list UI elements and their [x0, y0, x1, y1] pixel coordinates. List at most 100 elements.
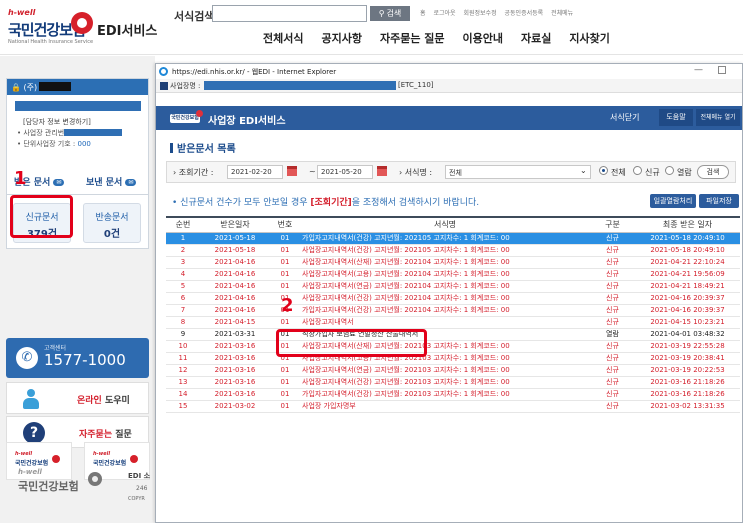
date-from-input[interactable] [227, 165, 283, 179]
cell-title[interactable]: 가입자고지내역서(건강) 고지년월: 202105 고지차수: 1 회계코드: … [300, 232, 590, 245]
cell-title[interactable]: 사업장고지내역서 [300, 316, 590, 329]
phone-icon: ✆ [16, 347, 38, 369]
returned-docs-card[interactable]: 반송문서 0건 [83, 203, 141, 243]
cell-title[interactable]: 사업장 가입자명부 [300, 400, 590, 413]
cell-title[interactable]: 사업장고지내역서(산재) 고지년월: 202104 고지차수: 1 회계코드: … [300, 256, 590, 269]
form-name-label-text: 서식명 : [404, 168, 433, 177]
cell-last: 2021-04-16 20:39:37 [635, 292, 740, 305]
table-row[interactable]: 4 2021-04-16 01 사업장고지내역서(고용) 고지년월: 202104 고… [166, 268, 740, 281]
cell-title[interactable]: 가입자고지내역서(건강) 고지년월: 202103 고지차수: 1 회계코드: … [300, 388, 590, 401]
banner-name: 국민건강보험 [93, 460, 127, 467]
app-title-bar: 국민건강보험 사업장 EDI서비스 서식닫기 도움말 전체메뉴 열기 [156, 106, 742, 130]
cell-no: 1 [166, 232, 200, 245]
form-search-label: 서식검색 [174, 10, 215, 23]
filter-search-button[interactable]: 검색 [697, 165, 729, 179]
util-link-home[interactable]: 홈 [420, 10, 426, 17]
table-row[interactable]: 15 2021-03-02 01 사업장 가입자명부 신규 2021-03-02 13:3… [166, 400, 740, 413]
table-row[interactable]: 6 2021-04-16 01 사업장고지내역서(건강) 고지년월: 202104 고… [166, 292, 740, 305]
building-icon [160, 82, 168, 90]
form-name-select[interactable]: 전체 [445, 165, 591, 179]
nav-guide[interactable]: 이용안내 [463, 30, 503, 46]
cell-title[interactable]: 사업장고지내역서(건강) 고지년월: 202104 고지차수: 1 회계코드: … [300, 292, 590, 305]
nav-branch-finder[interactable]: 지사찾기 [569, 30, 609, 46]
tab-sent-docs[interactable]: 보낸 문서 ✉ [86, 175, 137, 188]
nav-archive[interactable]: 자료실 [521, 30, 551, 46]
cell-date: 2021-04-16 [200, 256, 270, 269]
date-to-input[interactable] [317, 165, 373, 179]
cell-date: 2021-04-16 [200, 268, 270, 281]
radio-all[interactable] [599, 166, 608, 175]
cell-title[interactable]: 사업장고지내역서(건강) 고지년월: 202103 고지차수: 1 회계코드: … [300, 376, 590, 389]
table-row[interactable]: 5 2021-04-16 01 사업장고지내역서(연금) 고지년월: 202104 고… [166, 280, 740, 293]
cell-title[interactable]: 사업장고지내역서(연금) 고지년월: 202103 고지차수: 1 회계코드: … [300, 364, 590, 377]
banner-hwell: h-well [15, 451, 33, 457]
bulk-read-button[interactable]: 일괄열람처리 [650, 194, 696, 208]
cell-num: 01 [270, 376, 300, 389]
cell-title[interactable]: 사업장고지내역서(건강) 고지년월: 202105 고지차수: 1 회계코드: … [300, 244, 590, 257]
open-all-menu-button[interactable]: 전체메뉴 열기 [696, 109, 740, 126]
calendar-icon[interactable] [377, 166, 387, 176]
radio-read[interactable] [665, 166, 674, 175]
form-name-label: › 서식명 : [399, 167, 432, 178]
online-helper-button[interactable]: 온라인 도우미 [6, 382, 149, 414]
cell-title[interactable]: 가입자고지내역서(건강) 고지년월: 202104 고지차수: 1 회계코드: … [300, 304, 590, 317]
cell-type: 신규 [590, 316, 635, 329]
close-form-button[interactable]: 서식닫기 [610, 112, 639, 123]
table-row[interactable]: 13 2021-03-16 01 사업장고지내역서(건강) 고지년월: 202103 … [166, 376, 740, 389]
nhis-emblem-icon [196, 110, 203, 117]
calendar-icon[interactable] [287, 166, 297, 176]
util-link-cert-register[interactable]: 공동인증서등록 [505, 10, 544, 17]
table-row[interactable]: 2 2021-05-18 01 사업장고지내역서(건강) 고지년월: 202105 고… [166, 244, 740, 257]
util-link-logout[interactable]: 로그아웃 [433, 10, 455, 17]
cell-type: 신규 [590, 280, 635, 293]
column-header-type: 구분 [590, 216, 635, 233]
cell-no: 8 [166, 316, 200, 329]
workplace-code: [ETC_110] [398, 81, 434, 89]
table-row[interactable]: 10 2021-03-16 01 사업장고지내역서(산재) 고지년월: 202103 … [166, 340, 740, 353]
cell-type: 신규 [590, 400, 635, 413]
search-filter-bar: › 조회기간 : ~ › 서식명 : 전체 ⌄ 전체 신규 열람 검색 [166, 161, 736, 183]
save-file-button[interactable]: 파일저장 [699, 194, 739, 208]
cell-type: 신규 [590, 388, 635, 401]
cell-date: 2021-03-16 [200, 376, 270, 389]
table-row[interactable]: 3 2021-04-16 01 사업장고지내역서(산재) 고지년월: 202104 고… [166, 256, 740, 269]
table-row[interactable]: 14 2021-03-16 01 가입자고지내역서(건강) 고지년월: 202103 … [166, 388, 740, 401]
change-manager-link[interactable]: [담당자 정보 변경하기] [23, 117, 91, 127]
cell-last: 2021-03-19 20:38:41 [635, 352, 740, 365]
cell-type: 신규 [590, 244, 635, 257]
cell-num: 01 [270, 256, 300, 269]
cell-title[interactable]: 사업장고지내역서(연금) 고지년월: 202104 고지차수: 1 회계코드: … [300, 280, 590, 293]
table-row[interactable]: 9 2021-03-31 01 직장가입자 보험료 연말정산 산출내역서 열람 2021-… [166, 328, 740, 341]
cell-last: 2021-05-18 20:49:10 [635, 244, 740, 257]
form-search-input[interactable] [212, 5, 367, 22]
cell-last: 2021-04-01 03:48:32 [635, 328, 740, 341]
table-row[interactable]: 7 2021-04-16 01 가입자고지내역서(건강) 고지년월: 202104 고… [166, 304, 740, 317]
column-header-last-date: 최종 받은 일자 [635, 216, 740, 233]
cell-date: 2021-03-31 [200, 328, 270, 341]
nav-notices[interactable]: 공지사항 [321, 30, 361, 46]
table-row[interactable]: 11 2021-03-16 01 사업장고지내역서(고용) 고지년월: 202103 … [166, 352, 740, 365]
nav-all-forms[interactable]: 전체서식 [263, 30, 303, 46]
nav-faq[interactable]: 자주묻는 질문 [380, 30, 445, 46]
table-row[interactable]: 8 2021-04-15 01 사업장고지내역서 신규 2021-04-15 10:23:… [166, 316, 740, 329]
redacted-user-name [15, 101, 141, 111]
internet-explorer-icon [159, 67, 168, 76]
maximize-icon[interactable] [718, 66, 726, 74]
help-button[interactable]: 도움말 [659, 109, 693, 126]
mail-badge-icon: ✉ [53, 179, 65, 186]
cell-no: 5 [166, 280, 200, 293]
person-icon [21, 389, 41, 409]
table-row[interactable]: 1 2021-05-18 01 가입자고지내역서(건강) 고지년월: 202105 고… [166, 232, 740, 245]
table-row[interactable]: 12 2021-03-16 01 사업장고지내역서(연금) 고지년월: 202103 … [166, 364, 740, 377]
faq-label-highlight: 자주묻는 [79, 430, 113, 440]
cell-title[interactable]: 사업장고지내역서(고용) 고지년월: 202104 고지차수: 1 회계코드: … [300, 268, 590, 281]
util-link-edit-member[interactable]: 회원정보수정 [463, 10, 496, 17]
radio-new[interactable] [633, 166, 642, 175]
left-sidebar: 🔒 (주) [담당자 정보 변경하기] • 사업장 관리번 • 단위사업장 기호… [0, 56, 155, 523]
notice-suffix: 을 조정해서 검색하시기 바랍니다. [351, 198, 480, 208]
util-link-all-menu[interactable]: 전체메뉴 [551, 10, 573, 17]
minimize-icon[interactable]: — [694, 65, 703, 75]
redacted-manager-number [64, 129, 123, 136]
form-search-button[interactable]: ⚲ 검색 [370, 6, 410, 21]
cell-date: 2021-03-16 [200, 388, 270, 401]
